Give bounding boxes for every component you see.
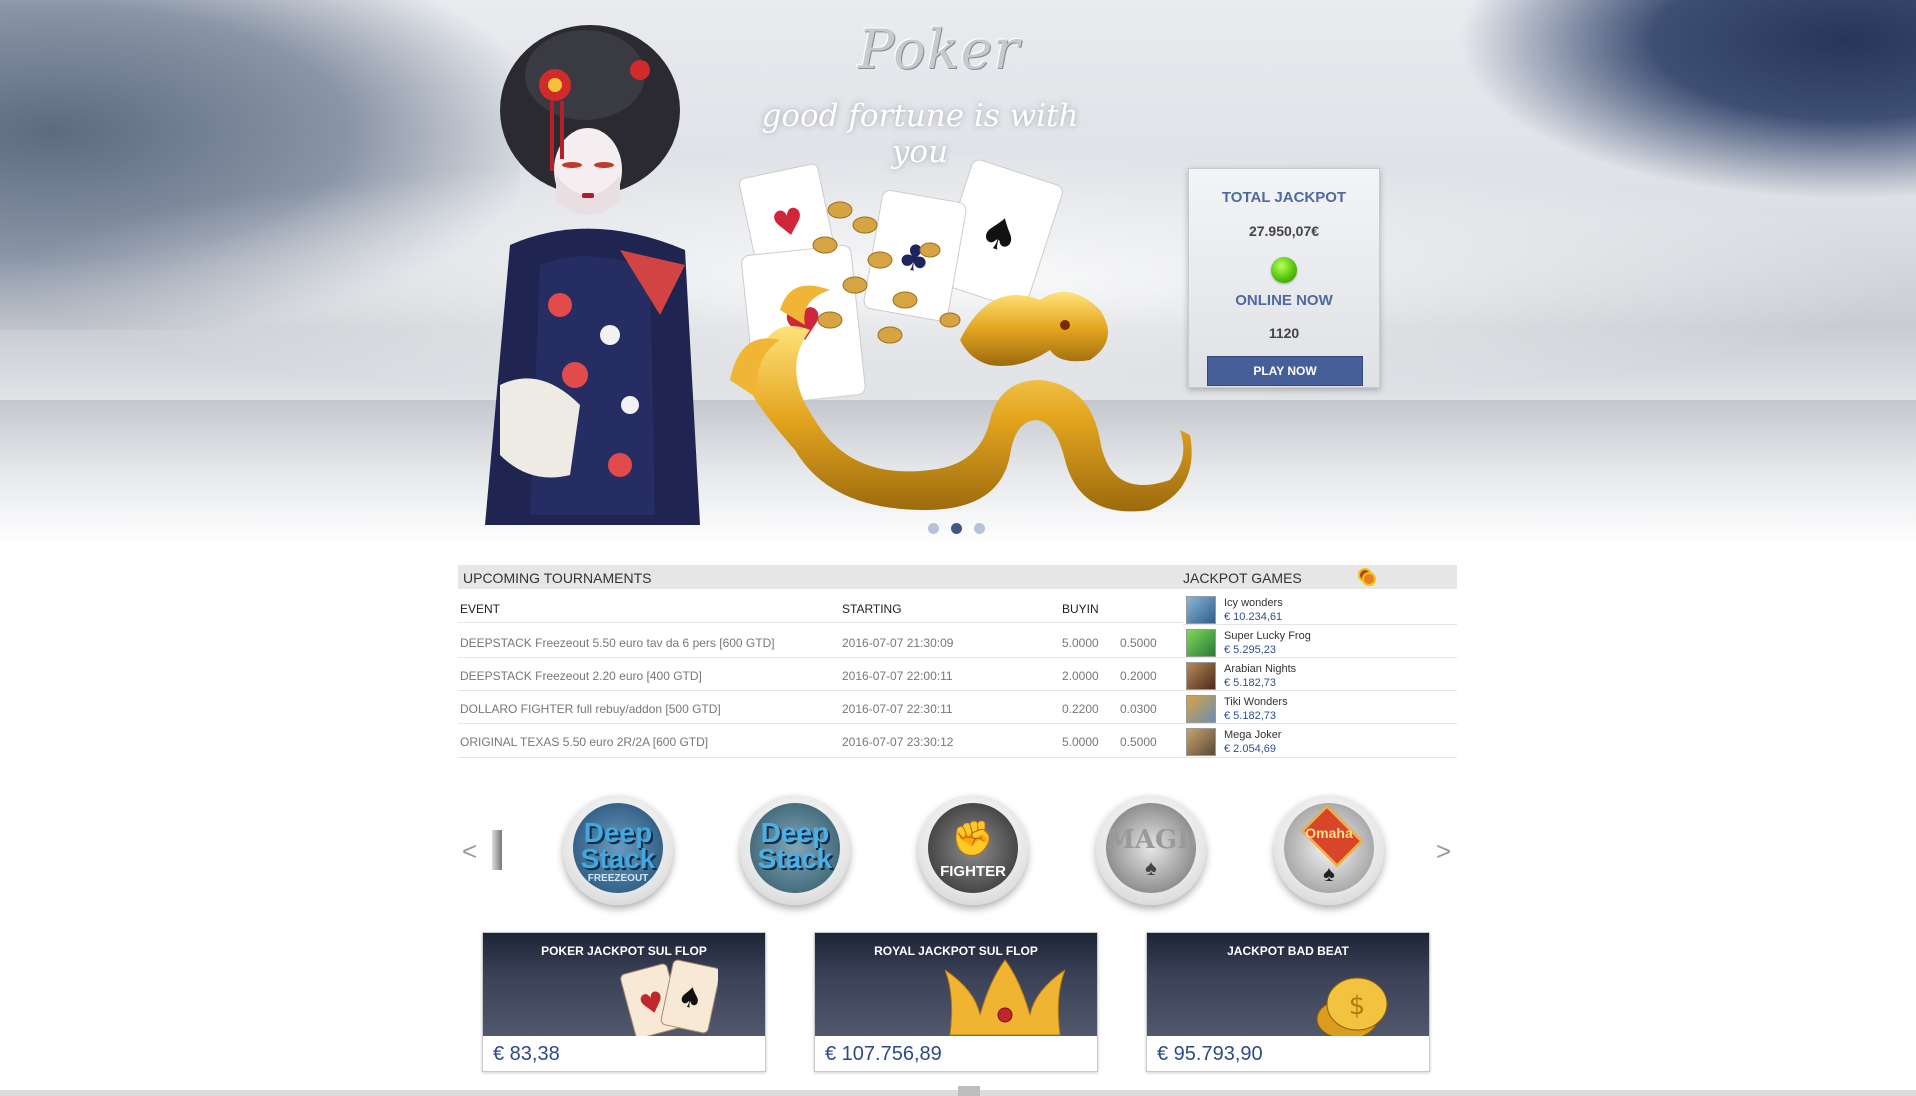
aces-icon: ♥ ♠: [620, 959, 718, 1036]
play-now-button[interactable]: PLAY NOW: [1207, 356, 1363, 386]
jackpot-game-value: € 5.182,73: [1224, 710, 1276, 722]
card-title: ROYAL JACKPOT SUL FLOP: [874, 944, 1038, 958]
jackpot-game-value: € 5.295,23: [1224, 644, 1276, 656]
tournament-fee: 0.2000: [1120, 669, 1157, 683]
badge-text: MAGIC: [1106, 825, 1196, 855]
geisha-illustration: [485, 25, 700, 525]
badge-text: FIGHTER: [940, 863, 1006, 880]
row-divider: [458, 757, 1457, 758]
total-jackpot-panel: TOTAL JACKPOT 27.950,07€ ONLINE NOW 1120…: [1188, 168, 1380, 388]
crown-icon: [945, 959, 1065, 1036]
online-now-label: ONLINE NOW: [1235, 292, 1333, 309]
jackpot-game-value: € 5.182,73: [1224, 677, 1276, 689]
spade-icon: ♠: [1323, 861, 1335, 886]
tournaments-header: UPCOMING TOURNAMENTS JACKPOT GAMES: [458, 565, 1457, 589]
omaha-badge[interactable]: Omaha ♠: [1274, 795, 1384, 905]
row-divider: [458, 723, 1183, 724]
carousel-next-arrow[interactable]: >: [1436, 836, 1451, 867]
row-divider: [458, 657, 1183, 658]
tournament-fee: 0.5000: [1120, 735, 1157, 749]
jackpot-game-name[interactable]: Arabian Nights: [1224, 663, 1296, 675]
royal-jackpot-card[interactable]: ROYAL JACKPOT SUL FLOP € 107.756,89: [814, 932, 1098, 1072]
scroll-top-handle[interactable]: [958, 1086, 980, 1096]
bad-beat-jackpot-card[interactable]: $ JACKPOT BAD BEAT € 95.793,90: [1146, 932, 1430, 1072]
carousel-prev-arrow[interactable]: <: [462, 836, 477, 867]
tournament-starting: 2016-07-07 22:30:11: [842, 702, 953, 716]
card-amount: € 83,38: [493, 1043, 560, 1065]
jackpot-game-name[interactable]: Tiki Wonders: [1224, 696, 1288, 708]
slide-dot-1[interactable]: [928, 523, 939, 534]
upcoming-tournaments-heading: UPCOMING TOURNAMENTS: [463, 570, 652, 586]
tournament-buyin: 2.0000: [1062, 669, 1099, 683]
tiki-wonders-thumbnail[interactable]: [1186, 695, 1216, 723]
slider-dots: [928, 523, 997, 535]
magic-badge[interactable]: MAGIC ♠: [1096, 795, 1206, 905]
tournament-buyin: 0.2200: [1062, 702, 1099, 716]
card-title: POKER JACKPOT SUL FLOP: [541, 944, 707, 958]
badge-text: FREEZEOUT: [587, 873, 649, 884]
tournament-event[interactable]: ORIGINAL TEXAS 5.50 euro 2R/2A [600 GTD]: [460, 735, 708, 749]
jackpot-game-name[interactable]: Icy wonders: [1224, 597, 1283, 609]
tournament-event[interactable]: DOLLARO FIGHTER full rebuy/addon [500 GT…: [460, 702, 721, 716]
badge-text: Omaha: [1305, 825, 1353, 841]
slide-dot-2[interactable]: [951, 523, 962, 534]
total-jackpot-label: TOTAL JACKPOT: [1221, 189, 1347, 206]
tournament-starting: 2016-07-07 21:30:09: [842, 636, 954, 650]
card-title: JACKPOT BAD BEAT: [1227, 944, 1349, 958]
tournament-starting: 2016-07-07 23:30:12: [842, 735, 954, 749]
deepstack-freezeout-badge[interactable]: Deep Stack FREEZEOUT: [563, 795, 673, 905]
card-amount: € 95.793,90: [1157, 1043, 1263, 1065]
spade-icon: ♠: [1145, 855, 1157, 880]
dragon-illustration: [730, 285, 1192, 512]
fighter-badge[interactable]: ✊ FIGHTER: [918, 795, 1028, 905]
carousel-edge-item: [492, 830, 502, 870]
online-now-value: 1120: [1268, 325, 1300, 341]
tournament-buyin: 5.0000: [1062, 735, 1099, 749]
mega-joker-thumbnail[interactable]: [1186, 728, 1216, 756]
gold-coins-icon: $: [1316, 977, 1388, 1036]
row-divider: [1183, 624, 1457, 625]
icy-wonders-thumbnail[interactable]: [1186, 596, 1216, 624]
badge-text: Stack: [757, 843, 833, 874]
jackpot-games-heading: JACKPOT GAMES: [1183, 570, 1302, 586]
badge-text: Stack: [580, 843, 656, 874]
card-amount: € 107.756,89: [825, 1043, 942, 1065]
tournament-fee: 0.0300: [1120, 702, 1157, 716]
tournament-fee: 0.5000: [1120, 636, 1157, 650]
tournament-starting: 2016-07-07 22:00:11: [842, 669, 953, 683]
row-divider: [458, 690, 1183, 691]
row-divider: [1183, 723, 1457, 724]
online-status-icon: [1271, 257, 1297, 283]
row-divider: [1183, 690, 1457, 691]
slide-dot-3[interactable]: [974, 523, 985, 534]
jackpot-game-name[interactable]: Super Lucky Frog: [1224, 630, 1311, 642]
tournament-event[interactable]: DEEPSTACK Freezeout 5.50 euro tav da 6 p…: [460, 636, 775, 650]
arabian-nights-thumbnail[interactable]: [1186, 662, 1216, 690]
column-header-buyin: BUYIN: [1062, 602, 1099, 616]
hero-banner: Poker good fortune is with you ♥ ♥ ♠ ♣ T…: [0, 0, 1916, 545]
total-jackpot-value: 27.950,07€: [1248, 223, 1320, 239]
svg-text:$: $: [1349, 991, 1366, 1021]
jackpot-game-value: € 2.054,69: [1224, 743, 1276, 755]
column-header-starting: STARTING: [842, 602, 902, 616]
poker-chips-icon: [1358, 568, 1376, 586]
jackpot-game-name[interactable]: Mega Joker: [1224, 729, 1281, 741]
poker-jackpot-card[interactable]: ♥ ♠ POKER JACKPOT SUL FLOP € 83,38: [482, 932, 766, 1072]
jackpot-game-value: € 10.234,61: [1224, 611, 1283, 623]
column-header-event: EVENT: [460, 602, 501, 616]
hero-title: Poker: [858, 18, 1021, 81]
tournament-event[interactable]: DEEPSTACK Freezeout 2.20 euro [400 GTD]: [460, 669, 702, 683]
super-lucky-frog-thumbnail[interactable]: [1186, 629, 1216, 657]
deepstack-badge[interactable]: Deep Stack: [740, 795, 850, 905]
row-divider: [458, 622, 1183, 623]
row-divider: [1183, 657, 1457, 658]
fist-icon: ✊: [951, 820, 995, 858]
tournament-buyin: 5.0000: [1062, 636, 1099, 650]
